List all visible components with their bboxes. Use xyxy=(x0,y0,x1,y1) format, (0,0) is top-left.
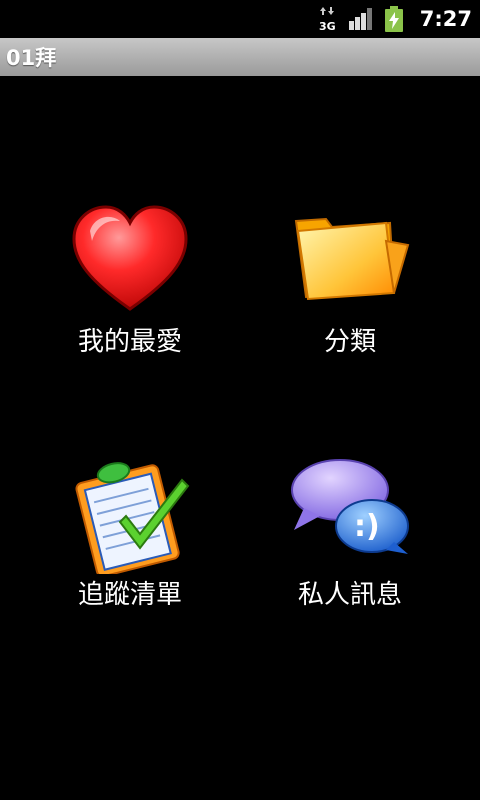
signal-strength-icon xyxy=(348,7,374,31)
svg-text::): :) xyxy=(354,509,380,544)
status-icons: 3G 7:27 xyxy=(318,0,472,38)
status-bar: 3G 7:27 xyxy=(0,0,480,38)
title-bar: 01拜 xyxy=(0,38,480,76)
data-transfer-icon: 3G xyxy=(318,6,338,32)
network-type-text: 3G xyxy=(319,20,336,32)
folder-icon xyxy=(290,201,410,321)
battery-charging-icon xyxy=(384,5,404,33)
clock: 7:27 xyxy=(419,7,472,31)
menu-item-label: 追蹤清單 xyxy=(77,580,182,610)
menu-grid: 我的最愛 分類 追蹤清單:) 私人訊息 xyxy=(0,76,480,800)
menu-item-tracking-list[interactable]: 追蹤清單 xyxy=(10,454,250,674)
menu-item-label: 分類 xyxy=(323,327,376,357)
menu-item-favorites[interactable]: 我的最愛 xyxy=(10,201,250,421)
menu-item-categories[interactable]: 分類 xyxy=(230,201,470,421)
chat-bubbles-icon: :) xyxy=(290,454,410,574)
menu-item-label: 我的最愛 xyxy=(77,327,182,357)
heart-icon xyxy=(70,201,190,321)
clipboard-check-icon xyxy=(70,454,190,578)
menu-item-private-messages[interactable]: :) 私人訊息 xyxy=(230,454,470,674)
app-title: 01拜 xyxy=(6,46,57,70)
menu-item-label: 私人訊息 xyxy=(297,580,402,610)
